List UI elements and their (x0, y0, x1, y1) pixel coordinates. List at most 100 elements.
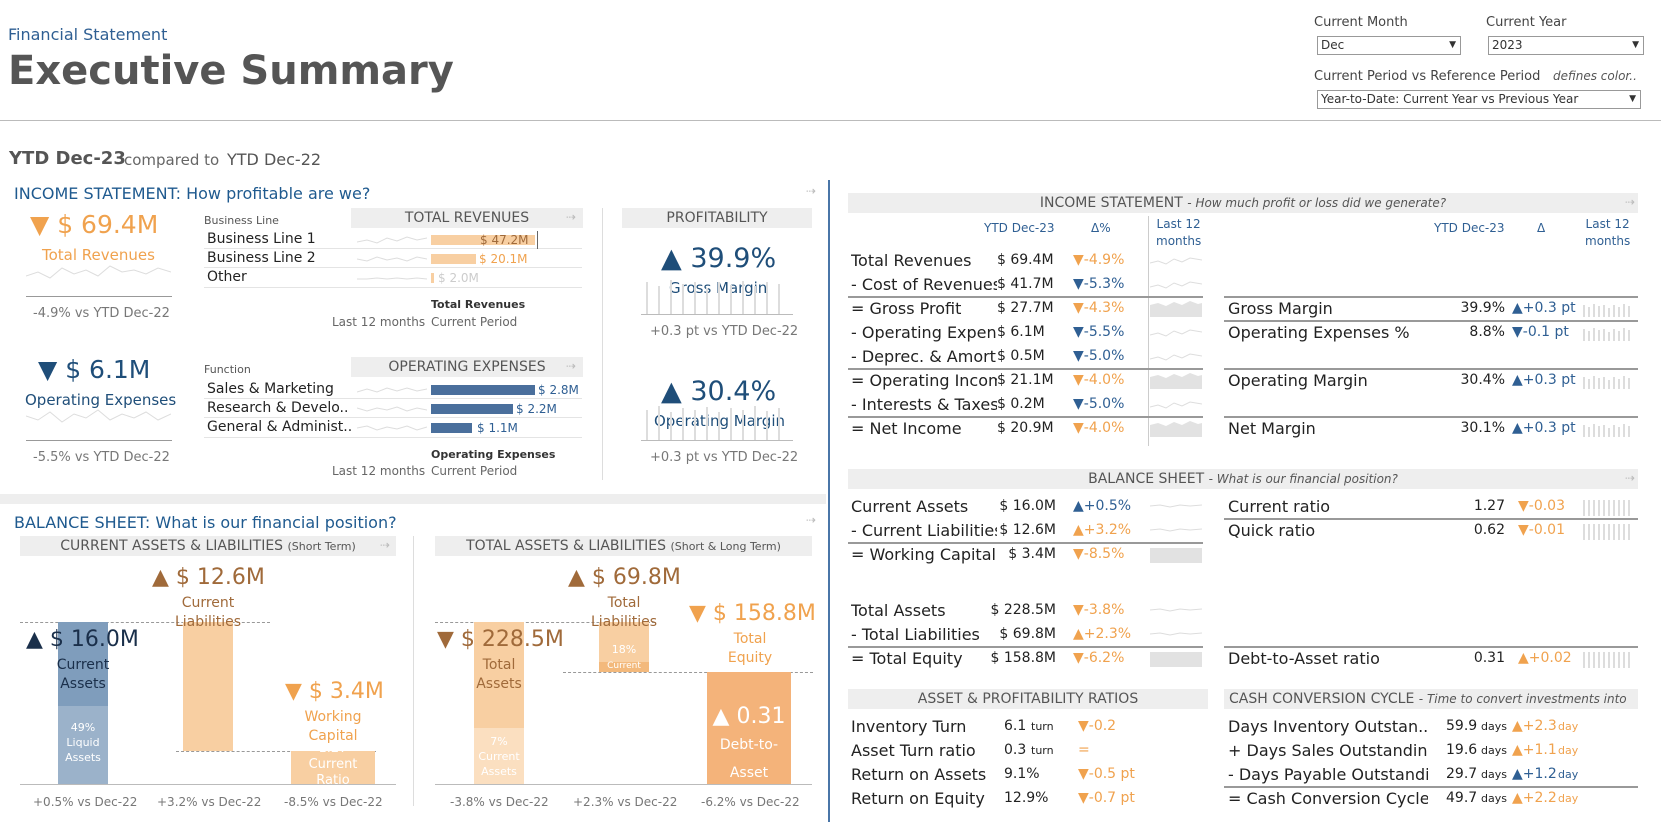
opex-sparkline (26, 409, 171, 423)
total-assets-kpi: ▼ $ 228.5M (437, 627, 564, 652)
total-liabilities-delta: +2.3% vs Dec-22 (573, 795, 678, 809)
expand-arrow-icon[interactable]: ⇢ (1625, 471, 1635, 485)
row-divider (848, 296, 1203, 298)
expand-arrow-icon[interactable]: ⇢ (806, 184, 816, 198)
total-revenues-value: $ 69.4M (57, 210, 159, 239)
income-row-value: $ 41.7M (997, 276, 1054, 292)
profitability-header-label: PROFITABILITY (666, 210, 768, 226)
total-liabilities-label-1: Total (607, 595, 641, 611)
ratio-row-bars (1582, 373, 1634, 389)
gross-margin-delta: +0.3 pt vs YTD Dec-22 (650, 324, 799, 339)
period-note: defines color.. (1553, 69, 1637, 83)
opex-row-name: Research & Develo.. (207, 400, 349, 416)
income-row-value: $ 21.1M (997, 372, 1054, 388)
divider (26, 296, 172, 297)
expand-arrow-icon[interactable]: ⇢ (566, 210, 576, 224)
total-assets-label-1: Total (482, 657, 516, 673)
current-liabilities-label: Current Liabilities (168, 594, 248, 632)
asset-ratio-delta: ▼-0.2 (1078, 718, 1117, 734)
revenue-sparkline (357, 236, 427, 244)
opex-row-sparkline (357, 406, 427, 412)
current-liabilities-value: $ 12.6M (175, 565, 265, 590)
income-row-name: - Interests & Taxes (851, 395, 997, 414)
current-year-value: 2023 (1492, 38, 1523, 52)
ccc-row-unit: days (1481, 744, 1507, 757)
total-liabilities-label: Total Liabilities (584, 594, 664, 632)
period-select[interactable]: Year-to-Date: Current Year vs Previous Y… (1317, 90, 1641, 109)
current-year-select[interactable]: 2023 ▼ (1488, 36, 1644, 55)
row-divider (1224, 518, 1638, 520)
row-divider (848, 542, 1203, 544)
gross-margin-bars (646, 280, 780, 314)
total-equity-kpi: ▼ $ 158.8M (689, 601, 816, 626)
opex-row-name: Sales & Marketing (207, 381, 334, 397)
right-balance-header-label: BALANCE SHEET (1088, 471, 1205, 487)
ratio-row-value: 30.4% (1460, 372, 1505, 388)
balance-row-value: $ 69.8M (999, 626, 1056, 642)
current-month-select[interactable]: Dec ▼ (1317, 36, 1461, 55)
total-assets-label-2: Assets (476, 676, 522, 692)
opex-bar (431, 404, 513, 414)
balance-ratio-delta: ▲+0.02 (1518, 650, 1572, 666)
current-ratio-inner-value: 1.27 (318, 741, 348, 756)
up-triangle-icon: ▲ (152, 565, 169, 590)
income-row-sparkline (1149, 275, 1203, 293)
current-assets-kpi: ▲ $ 16.0M (26, 627, 139, 652)
row-divider (848, 646, 1203, 648)
income-row-value: $ 20.9M (997, 420, 1054, 436)
balance-row-name: Total Assets (851, 601, 946, 620)
ccc-row-dunit: day (1558, 768, 1579, 781)
total-liabilities-value: $ 69.8M (591, 565, 681, 590)
income-row-name: = Operating Income (851, 371, 997, 390)
current-assets-label-1: Current (56, 657, 110, 673)
asset-ratio-name: Return on Equity (851, 789, 985, 808)
opex-row-sparkline (357, 425, 427, 431)
chevron-down-icon: ▼ (1629, 94, 1636, 104)
income-row-delta: ▼-5.0% (1073, 396, 1125, 412)
col-ytd-header: YTD Dec-23 (984, 221, 1055, 235)
opex-row-name: General & Administ.. (207, 419, 353, 435)
ratio-row-bars (1582, 301, 1634, 317)
income-row-value: $ 69.4M (997, 252, 1054, 268)
balance-row-sparkline (1149, 625, 1203, 643)
ratio-row-name: Net Margin (1228, 419, 1316, 438)
revenue-bar (431, 254, 476, 264)
axis-line (20, 784, 396, 785)
row-divider (204, 398, 582, 399)
expand-arrow-icon[interactable]: ⇢ (566, 359, 576, 373)
ccc-row-value: 19.6 (1446, 742, 1478, 758)
current-liabilities-label-2: Liabilities (174, 614, 242, 630)
balance-row-delta: ▼-3.8% (1073, 602, 1125, 618)
ccc-row-name: Days Inventory Outstan.. (1228, 717, 1428, 736)
total-revenues-kpi: ▼ $ 69.4M (30, 210, 158, 239)
row-divider (848, 368, 1203, 370)
balance-ratio-name: Quick ratio (1228, 521, 1316, 540)
asset-ratio-unit: turn (1031, 744, 1054, 757)
total-assets-value: $ 228.5M (460, 627, 564, 652)
ratio-row-delta: ▲+0.3 pt (1512, 372, 1576, 388)
ccc-row-unit: days (1481, 768, 1507, 781)
revenue-value: $ 20.1M (479, 252, 528, 266)
balance-row-delta: ▼-6.2% (1073, 650, 1125, 666)
col-divider (1148, 216, 1149, 446)
expand-arrow-icon[interactable]: ⇢ (380, 538, 390, 552)
current-assets-label: Current Assets (48, 656, 118, 694)
ccc-row-value: 49.7 (1446, 790, 1478, 806)
income-row-value: $ 27.7M (997, 300, 1054, 316)
ccc-row-delta: ▲+1.2 (1512, 766, 1557, 782)
income-row-name: Total Revenues (851, 251, 972, 270)
row-divider (204, 437, 582, 438)
expand-arrow-icon[interactable]: ⇢ (1625, 195, 1635, 209)
balance-row-name: = Total Equity (851, 649, 963, 668)
income-row-sparkline (1149, 347, 1203, 365)
current-month-value: Dec (1321, 38, 1345, 52)
asset-ratio-value: 0.3 (1004, 742, 1027, 758)
balance-row-name: = Working Capital (851, 545, 996, 564)
current-liabilities-kpi: ▲ $ 12.6M (152, 565, 265, 590)
ratio-row-delta: ▲+0.3 pt (1512, 420, 1576, 436)
expand-arrow-icon[interactable]: ⇢ (806, 513, 816, 527)
operating-margin-delta: +0.3 pt vs YTD Dec-22 (650, 450, 799, 465)
asset-ratio-value: 12.9% (1004, 790, 1049, 806)
current-liabilities-share-pct: 18% (611, 643, 637, 656)
opex-foot-period: Current Period (431, 464, 518, 478)
